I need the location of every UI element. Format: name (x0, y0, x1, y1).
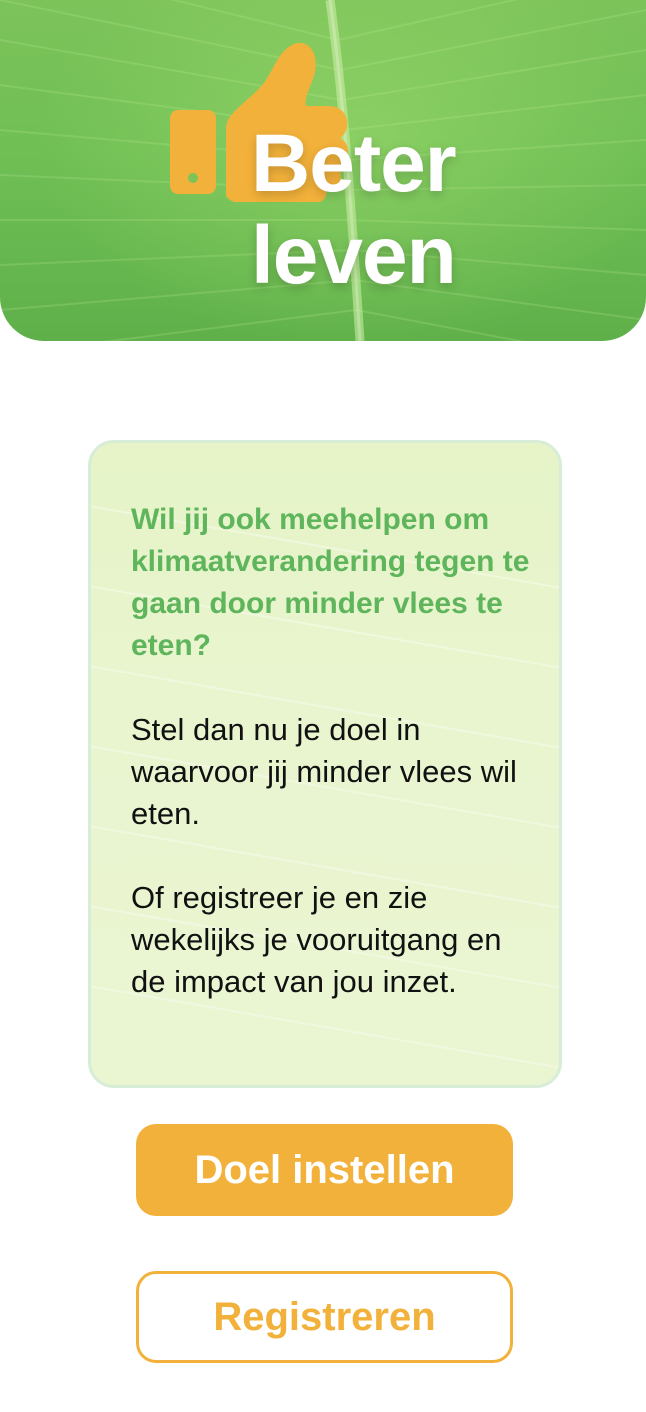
card-paragraph-goal: Stel dan nu je doel in waarvoor jij mind… (131, 712, 517, 831)
card-content: Wil jij ook meehelpen om klimaatverander… (131, 499, 531, 1003)
intro-card: Wil jij ook meehelpen om klimaatverander… (88, 440, 562, 1088)
card-lead-text: Wil jij ook meehelpen om klimaatverander… (131, 503, 530, 662)
welcome-screen: Beter leven Wil jij ook meehelpen om kli… (0, 0, 646, 1412)
title-line-1: Beter (251, 118, 457, 209)
set-goal-button[interactable]: Doel instellen (136, 1124, 513, 1216)
card-paragraph-register: Of registreer je en zie wekelijks je voo… (131, 880, 502, 999)
register-button[interactable]: Registreren (136, 1271, 513, 1363)
header-banner: Beter leven (0, 0, 646, 341)
title-line-2: leven (251, 210, 457, 301)
app-title: Beter leven (251, 118, 457, 302)
